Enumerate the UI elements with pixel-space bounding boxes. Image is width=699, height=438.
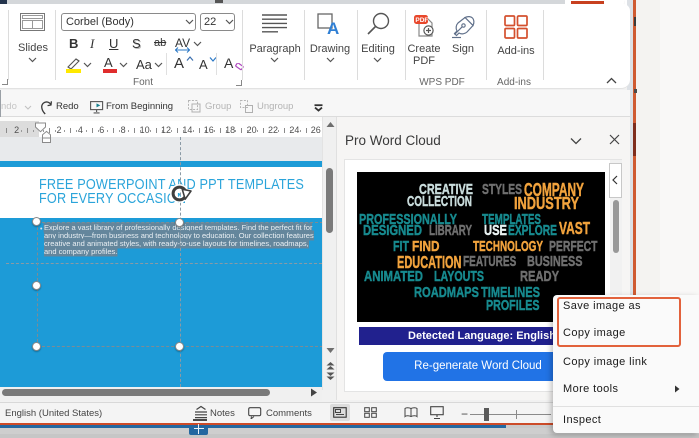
svg-text:PDF: PDF	[415, 17, 428, 24]
svg-text:A: A	[327, 19, 339, 36]
